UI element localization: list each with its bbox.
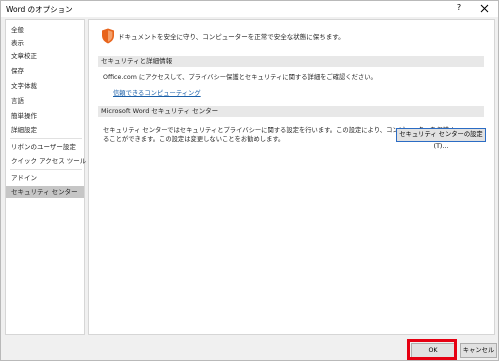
trust-center-settings-button[interactable]: セキュリティ センターの設定(T)... [396,128,486,150]
options-content: ドキュメントを安全に守り、コンピューターを正常で安全な状態に保ちます。 セキュリ… [88,19,495,335]
sidebar-item-quick-access-toolbar[interactable]: クイック アクセス ツール バー [6,155,101,167]
sidebar-item-general[interactable]: 全般 [6,24,84,36]
sidebar-item-proofing[interactable]: 文章校正 [6,50,84,62]
close-icon [480,4,488,13]
sidebar-item-addins[interactable]: アドイン [6,172,84,184]
ok-button-highlight [407,339,457,360]
sidebar-divider [10,138,82,139]
sidebar-item-customize-ribbon[interactable]: リボンのユーザー設定 [6,141,84,153]
sidebar-item-display[interactable]: 表示 [6,37,84,49]
intro-text: ドキュメントを安全に守り、コンピューターを正常で安全な状態に保ちます。 [118,33,345,41]
sidebar-item-save[interactable]: 保存 [6,65,84,77]
sidebar-divider [10,169,82,170]
sidebar-item-language[interactable]: 言語 [6,95,84,107]
sidebar-item-trust-center[interactable]: セキュリティ センター [6,186,84,198]
window-title: Word のオプション [6,5,73,14]
options-dialog: Word のオプション ? 全般 表示 文章校正 保存 文字体裁 言語 簡単操作… [0,0,499,361]
help-button[interactable]: ? [451,3,467,15]
privacy-section-heading: セキュリティと詳細情報 [98,56,484,67]
trust-center-section-heading: Microsoft Word セキュリティ センター [98,106,484,117]
trust-center-description-line2: ることができます。この設定は変更しないことをお勧めします。 [103,136,285,143]
cancel-button[interactable]: キャンセル [460,343,497,358]
shield-icon [102,28,114,44]
trustworthy-computing-link[interactable]: 信頼できるコンピューティング [113,88,201,97]
title-bar: Word のオプション ? [1,1,498,17]
sidebar-item-accessibility[interactable]: 簡単操作 [6,110,84,122]
sidebar-item-advanced[interactable]: 詳細設定 [6,124,84,136]
close-button[interactable] [475,2,493,16]
options-sidebar: 全般 表示 文章校正 保存 文字体裁 言語 簡単操作 詳細設定 リボンのユーザー… [5,19,101,335]
privacy-description: Office.com にアクセスして、プライバシー保護とセキュリティに関する詳細… [103,74,377,81]
sidebar-item-typography[interactable]: 文字体裁 [6,80,84,92]
